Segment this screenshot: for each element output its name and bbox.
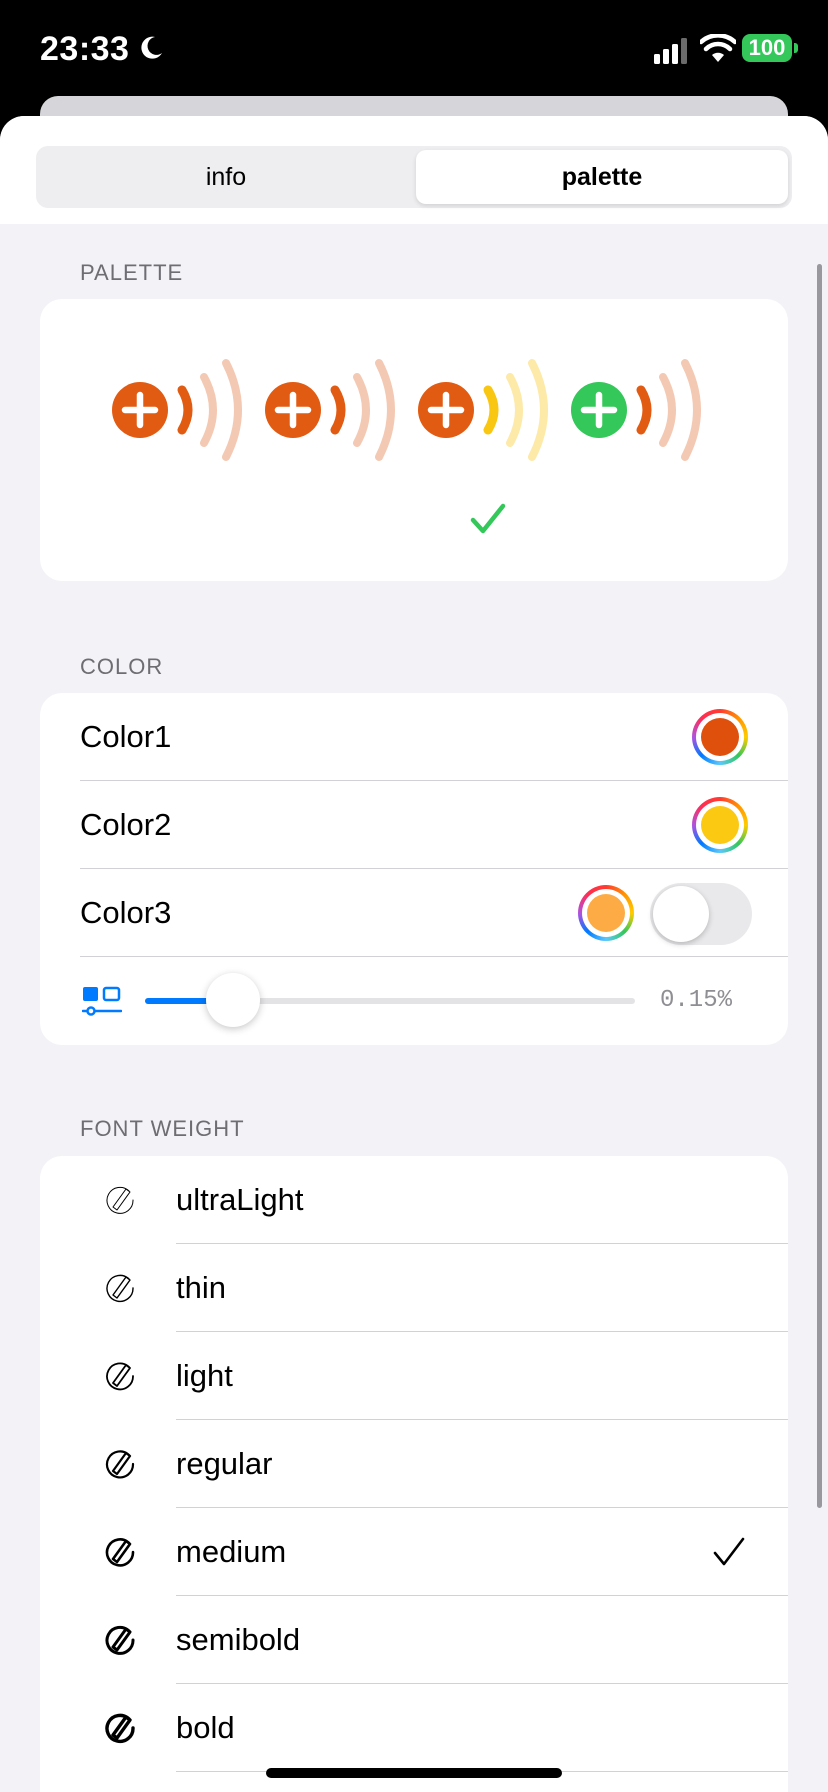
font-weight-icon: [106, 1186, 134, 1214]
font-weight-row-semibold[interactable]: semibold: [40, 1596, 788, 1684]
palette-options: [112, 355, 716, 470]
palette-symbols: [112, 359, 701, 461]
font-weight-label: thin: [176, 1270, 226, 1305]
font-weight-row-light[interactable]: light: [40, 1332, 788, 1420]
tab-info[interactable]: info: [40, 150, 412, 204]
font-weight-icon: [105, 1450, 135, 1479]
font-weight-label: medium: [176, 1534, 287, 1569]
scroll-indicator[interactable]: [817, 264, 822, 1508]
color1-well[interactable]: [692, 709, 748, 765]
tab-palette[interactable]: palette: [416, 150, 788, 204]
font-weight-row-bold[interactable]: bold: [40, 1684, 788, 1772]
sound-wave-2: [200, 373, 217, 447]
font-weight-row-regular[interactable]: regular: [40, 1420, 788, 1508]
sheet: info palette PALETTE COLOR Color1 Color2: [0, 116, 828, 1792]
status-bar: 23:33 100: [0, 0, 828, 100]
moon-icon: [141, 36, 162, 59]
section-header-palette: PALETTE: [80, 260, 184, 285]
sound-wave-3: [222, 359, 242, 461]
color3-well[interactable]: [578, 885, 634, 941]
wifi-icon: [700, 34, 736, 62]
sound-wave-1: [330, 385, 346, 435]
palette-variant-1[interactable]: [112, 359, 242, 461]
cellular-signal-icon: [654, 38, 687, 64]
sound-wave-2: [506, 373, 523, 447]
segmented-control: info palette: [36, 146, 792, 208]
font-weight-label: light: [176, 1358, 233, 1393]
palette-variant-3[interactable]: [418, 359, 548, 461]
slider-thumb[interactable]: [206, 973, 260, 1027]
section-header-color: COLOR: [80, 654, 164, 679]
font-weight-label: regular: [176, 1446, 273, 1481]
sheet-header: info palette: [0, 116, 828, 224]
color-card: Color1 Color2 Color3 0.15%: [40, 693, 788, 1045]
font-weight-icon: [106, 1362, 134, 1391]
checkmark-icon: [713, 1537, 745, 1566]
color-row-2: Color2: [40, 781, 788, 869]
sound-wave-1: [636, 385, 652, 435]
sound-wave-3: [528, 359, 548, 461]
home-indicator: [266, 1768, 562, 1778]
selected-check-icon: [470, 503, 506, 534]
color-row-3: Color3: [40, 869, 788, 957]
color1-label: Color1: [80, 719, 172, 754]
font-weight-icon: [106, 1274, 134, 1303]
color-row-1: Color1: [40, 693, 788, 781]
sound-wave-1: [177, 385, 193, 435]
font-weight-row-medium[interactable]: medium: [40, 1508, 788, 1596]
layers-slider-icon: [82, 986, 122, 1016]
font-weight-label: semibold: [176, 1622, 301, 1657]
color3-toggle[interactable]: [650, 883, 752, 945]
font-weight-card: ultraLight thin light regular medium semibold…: [40, 1156, 788, 1792]
font-weight-icon: [105, 1538, 135, 1567]
font-weight-label: ultraLight: [176, 1182, 304, 1217]
palette-card: [40, 299, 788, 581]
slider-value: 0.15%: [660, 987, 733, 1014]
sound-wave-1: [483, 385, 499, 435]
font-weight-icon: [105, 1625, 135, 1655]
palette-variant-4[interactable]: [571, 359, 701, 461]
sound-wave-3: [375, 359, 395, 461]
color3-label: Color3: [80, 895, 172, 930]
font-weight-row-thin[interactable]: thin: [40, 1244, 788, 1332]
toggle-knob: [653, 886, 709, 942]
font-weight-row-ultraLight[interactable]: ultraLight: [40, 1156, 788, 1244]
sound-wave-2: [659, 373, 676, 447]
slider-row: 0.15%: [40, 957, 788, 1045]
sound-wave-2: [353, 373, 370, 447]
palette-variant-2[interactable]: [265, 359, 395, 461]
sound-wave-3: [681, 359, 701, 461]
battery-cap: [794, 43, 798, 53]
color2-label: Color2: [80, 807, 172, 842]
font-weight-label: bold: [176, 1710, 235, 1745]
color2-well[interactable]: [692, 797, 748, 853]
font-weight-icon: [105, 1713, 135, 1744]
battery-indicator: 100: [742, 34, 792, 62]
section-header-font-weight: FONT WEIGHT: [80, 1116, 245, 1141]
status-time: 23:33: [40, 30, 130, 68]
